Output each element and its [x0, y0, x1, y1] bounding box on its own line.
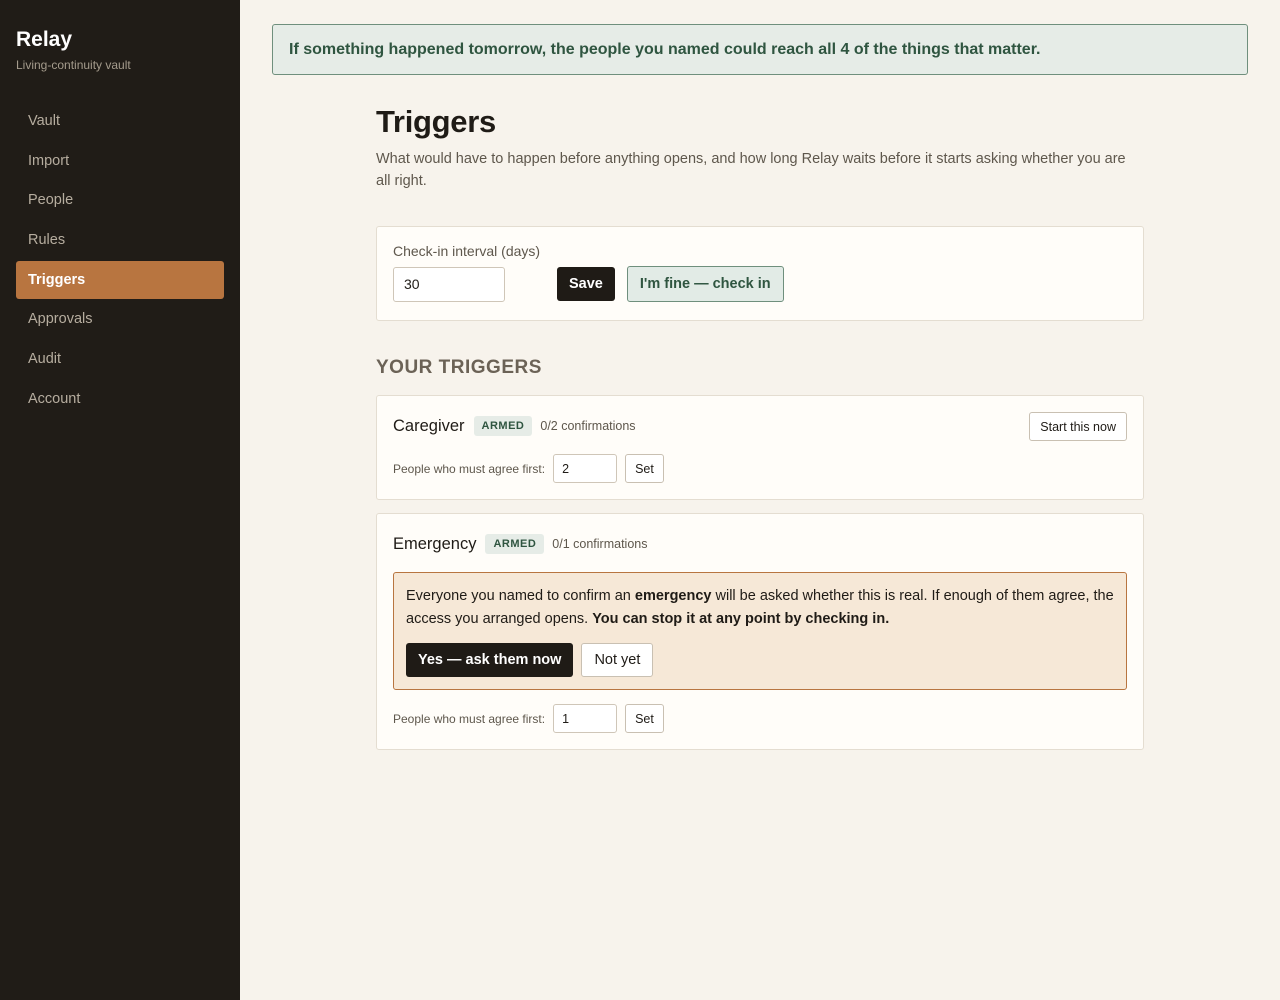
brand-tagline: Living-continuity vault — [16, 58, 131, 72]
set-agree-button[interactable]: Set — [625, 704, 664, 733]
brand-name: Relay — [16, 28, 73, 51]
agree-row: People who must agree first: Set — [393, 454, 1127, 483]
sidebar-item-vault[interactable]: Vault — [16, 102, 224, 140]
checkin-interval-input[interactable] — [393, 266, 505, 302]
notice-text-part: Everyone you named to confirm an — [406, 588, 635, 604]
trigger-name: Caregiver — [393, 416, 465, 435]
checkin-row: Save I'm fine — check in — [393, 266, 1127, 302]
agree-count-input[interactable] — [553, 454, 618, 483]
start-trigger-button[interactable]: Start this now — [1029, 412, 1127, 441]
agree-label: People who must agree first: — [393, 461, 546, 476]
checkin-card: Check-in interval (days) Save I'm fine —… — [376, 226, 1144, 321]
notice-text-emphasis: emergency — [634, 588, 712, 604]
page-title: Triggers — [376, 104, 496, 139]
confirmations-count: 0/1 confirmations — [552, 537, 648, 551]
agree-label: People who must agree first: — [393, 711, 546, 726]
trigger-card-emergency: Emergency ARMED 0/1 confirmations Everyo… — [376, 513, 1144, 750]
trigger-card-caregiver: Caregiver ARMED 0/2 confirmations Start … — [376, 395, 1144, 500]
sidebar-item-rules[interactable]: Rules — [16, 221, 224, 259]
coverage-banner: If something happened tomorrow, the peop… — [272, 24, 1248, 75]
notice-text: Everyone you named to confirm an emergen… — [406, 585, 1114, 631]
sidebar-nav: Vault Import People Rules Triggers Appro… — [16, 102, 224, 418]
not-yet-button[interactable]: Not yet — [581, 643, 654, 677]
sidebar-item-people[interactable]: People — [16, 181, 224, 219]
notice-actions: Yes — ask them now Not yet — [406, 643, 1114, 677]
trigger-header: Caregiver ARMED 0/2 confirmations — [393, 412, 1127, 440]
sidebar-item-approvals[interactable]: Approvals — [16, 300, 224, 338]
main-content: Triggers What would have to happen befor… — [376, 104, 1144, 763]
set-agree-button[interactable]: Set — [625, 454, 664, 483]
sidebar: Relay Living-continuity vault Vault Impo… — [0, 0, 240, 1000]
agree-row: People who must agree first: Set — [393, 704, 1127, 733]
trigger-header: Emergency ARMED 0/1 confirmations — [393, 530, 1127, 558]
status-badge: ARMED — [473, 416, 533, 436]
sidebar-item-triggers[interactable]: Triggers — [16, 260, 224, 299]
sidebar-item-account[interactable]: Account — [16, 380, 224, 418]
notice-text-emphasis: You can stop it at any point by checking… — [592, 611, 890, 627]
triggers-section-heading: YOUR TRIGGERS — [376, 357, 542, 378]
sidebar-item-audit[interactable]: Audit — [16, 340, 224, 378]
status-badge: ARMED — [485, 534, 545, 554]
page-description: What would have to happen before anythin… — [376, 151, 1126, 189]
emergency-confirm-notice: Everyone you named to confirm an emergen… — [393, 572, 1127, 690]
checkin-button[interactable]: I'm fine — check in — [626, 266, 784, 302]
confirmations-count: 0/2 confirmations — [540, 419, 636, 433]
ask-now-button[interactable]: Yes — ask them now — [406, 643, 574, 677]
agree-count-input[interactable] — [553, 704, 618, 733]
checkin-interval-label: Check-in interval (days) — [393, 243, 541, 259]
save-button[interactable]: Save — [557, 267, 615, 301]
trigger-name: Emergency — [393, 534, 477, 553]
sidebar-item-import[interactable]: Import — [16, 142, 224, 180]
